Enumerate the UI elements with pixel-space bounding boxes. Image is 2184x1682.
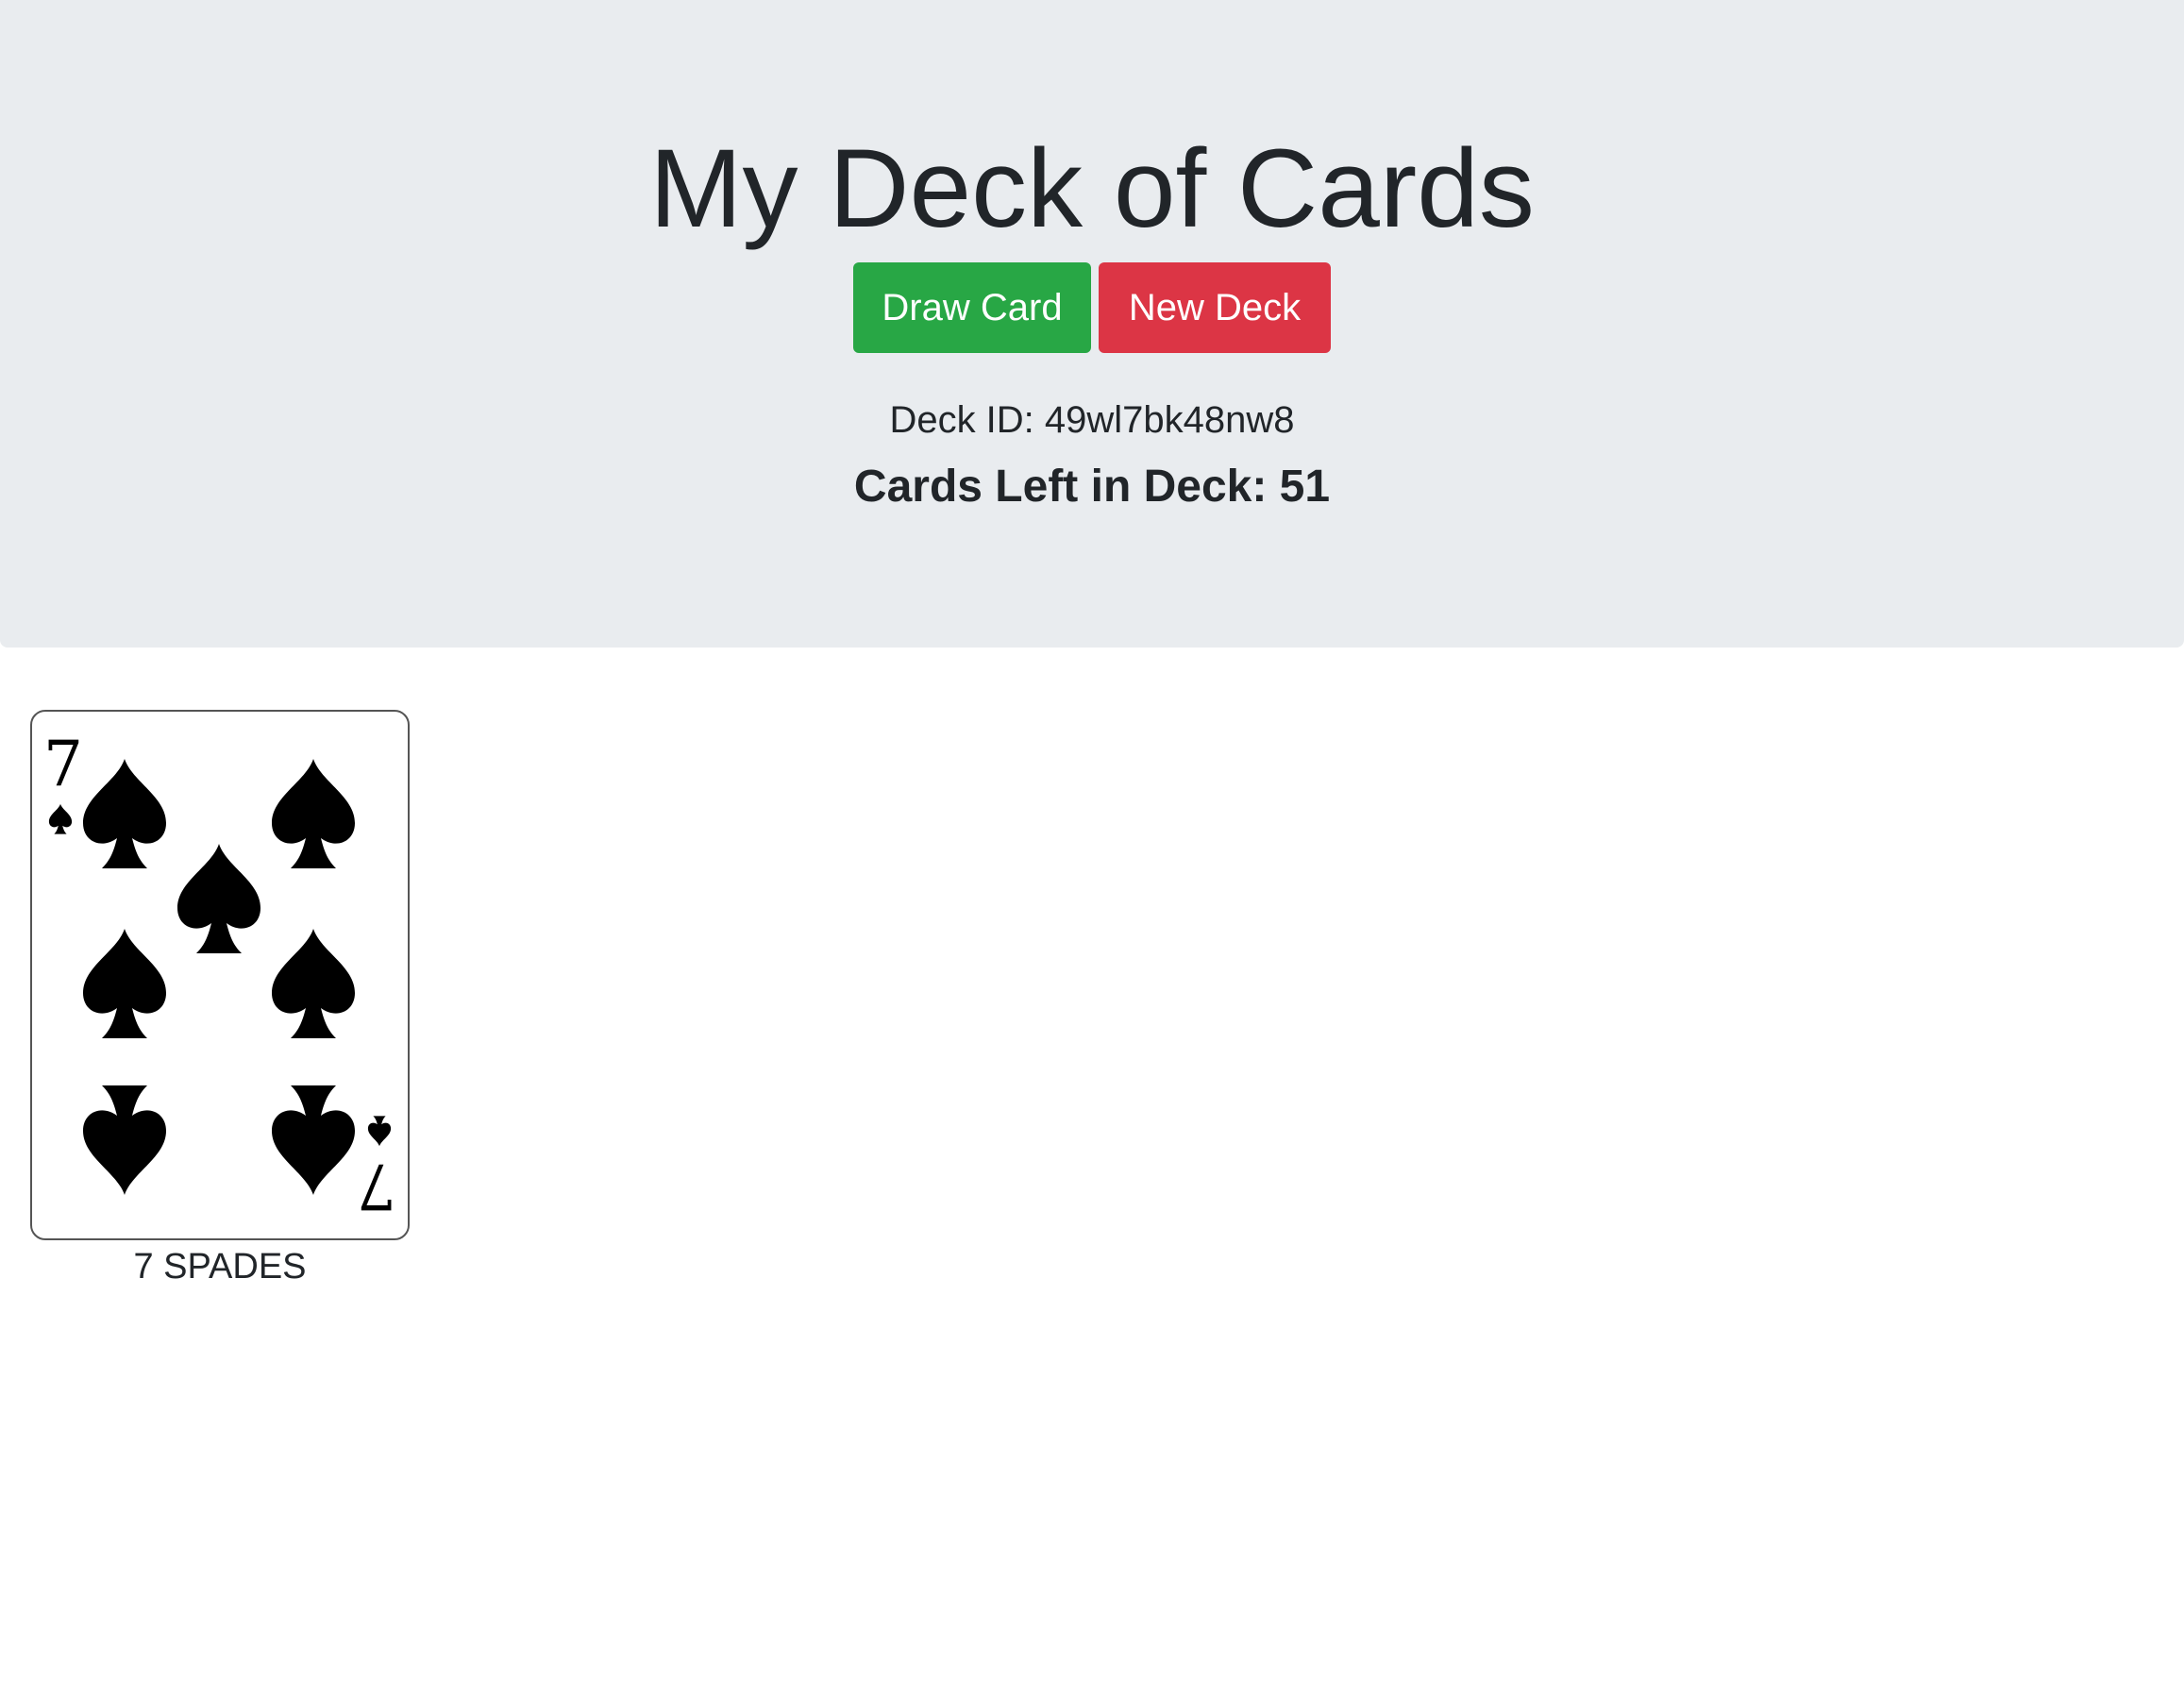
deck-id-text: Deck ID: 49wl7bk48nw8 [889,399,1295,441]
drawn-card: 7 7 7 SPADES [30,710,410,1289]
header-jumbotron: My Deck of Cards Draw Card New Deck Deck… [0,0,2184,648]
spade-icon [177,844,260,953]
button-row: Draw Card New Deck [0,262,2184,353]
spade-icon [272,1085,355,1195]
page-title: My Deck of Cards [649,126,1535,251]
new-deck-button[interactable]: New Deck [1099,262,1331,353]
card-image: 7 7 [30,710,410,1240]
spade-icon [83,759,166,868]
spade-icon [83,929,166,1038]
spade-icon [367,1116,392,1147]
spade-icon [272,929,355,1038]
spade-icon [272,759,355,868]
cards-left-text: Cards Left in Deck: 51 [853,462,1331,512]
rank-bottom: 7 [357,1150,396,1222]
spade-icon [48,803,73,834]
rank-top: 7 [43,728,83,800]
card-label: 7 SPADES [133,1247,307,1287]
spade-icon [83,1085,166,1195]
pip-group [83,759,355,1195]
draw-card-button[interactable]: Draw Card [853,262,1091,353]
